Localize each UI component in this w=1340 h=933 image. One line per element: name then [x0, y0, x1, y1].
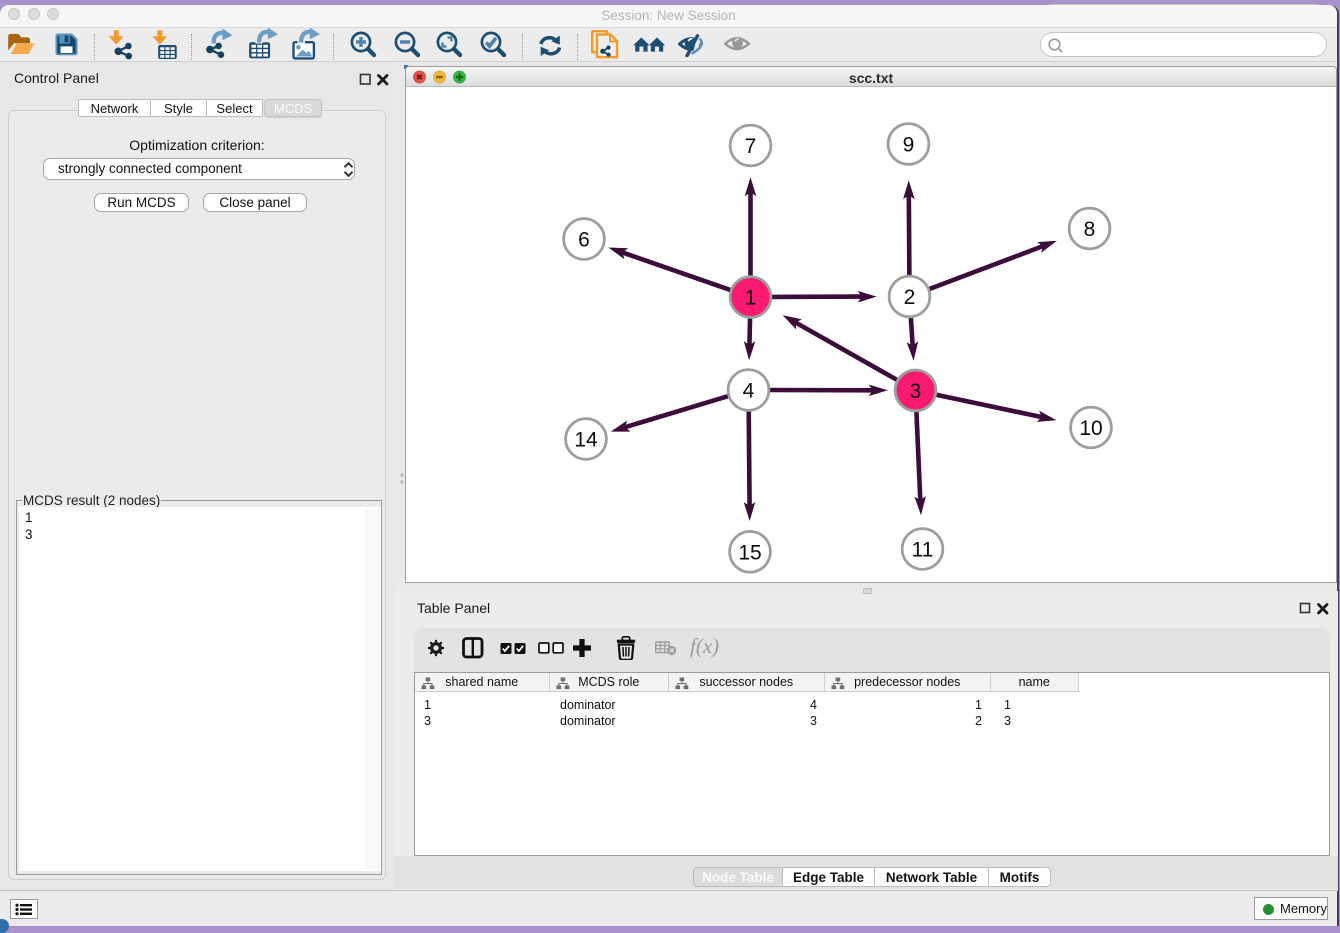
svg-text:2: 2 [904, 286, 916, 309]
svg-text:14: 14 [574, 429, 598, 452]
svg-text:10: 10 [1079, 417, 1102, 440]
svg-text:8: 8 [1084, 218, 1096, 241]
svg-text:7: 7 [745, 135, 757, 158]
svg-text:6: 6 [578, 229, 590, 252]
svg-text:1: 1 [745, 287, 757, 310]
svg-text:3: 3 [910, 380, 922, 403]
svg-text:9: 9 [903, 134, 915, 157]
svg-text:15: 15 [738, 541, 761, 564]
svg-text:4: 4 [743, 380, 755, 403]
svg-text:11: 11 [912, 539, 934, 562]
